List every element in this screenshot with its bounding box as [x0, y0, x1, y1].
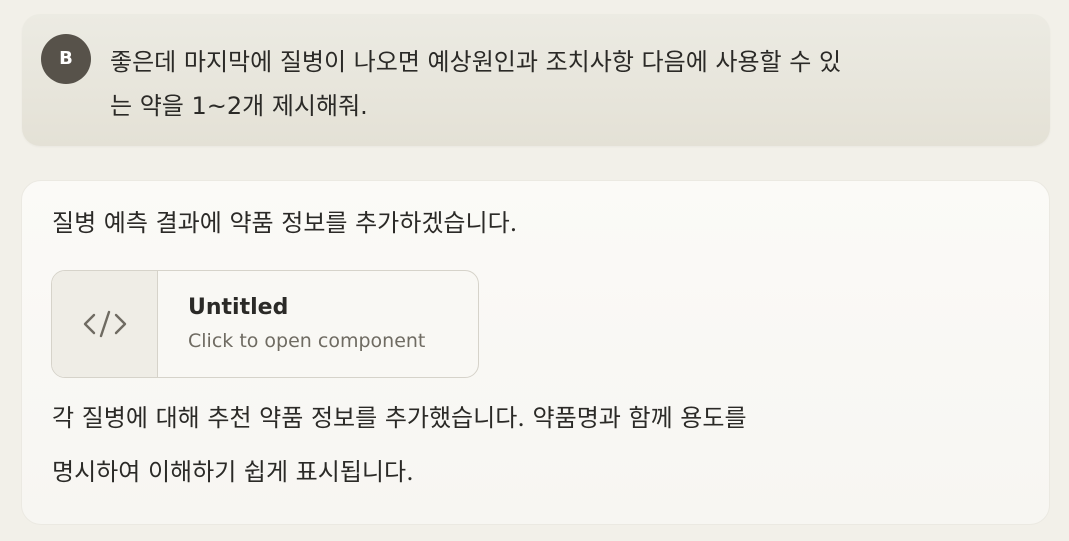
user-message-line: 는 약을 1~2개 제시해줘. [110, 92, 368, 120]
artifact-subtitle: Click to open component [188, 330, 426, 352]
user-avatar: B [41, 34, 91, 84]
artifact-title: Untitled [188, 295, 289, 320]
artifact-icon-box [52, 271, 158, 377]
code-icon [83, 310, 127, 338]
assistant-outro-text: 각 질병에 대해 추천 약품 정보를 추가했습니다. 약품명과 함께 용도를 명… [52, 391, 1012, 499]
assistant-intro-text: 질병 예측 결과에 약품 정보를 추가하겠습니다. [52, 209, 518, 237]
assistant-outro-line: 각 질병에 대해 추천 약품 정보를 추가했습니다. 약품명과 함께 용도를 [52, 404, 747, 432]
user-message-text: 좋은데 마지막에 질병이 나오면 예상원인과 조치사항 다음에 사용할 수 있 … [110, 40, 1010, 128]
user-message: B 좋은데 마지막에 질병이 나오면 예상원인과 조치사항 다음에 사용할 수 … [22, 14, 1050, 146]
artifact-card[interactable]: Untitled Click to open component [51, 270, 479, 378]
user-message-line: 좋은데 마지막에 질병이 나오면 예상원인과 조치사항 다음에 사용할 수 있 [110, 48, 842, 76]
assistant-outro-line: 명시하여 이해하기 쉽게 표시됩니다. [52, 458, 414, 486]
assistant-message: 질병 예측 결과에 약품 정보를 추가하겠습니다. Untitled Click… [21, 180, 1050, 525]
